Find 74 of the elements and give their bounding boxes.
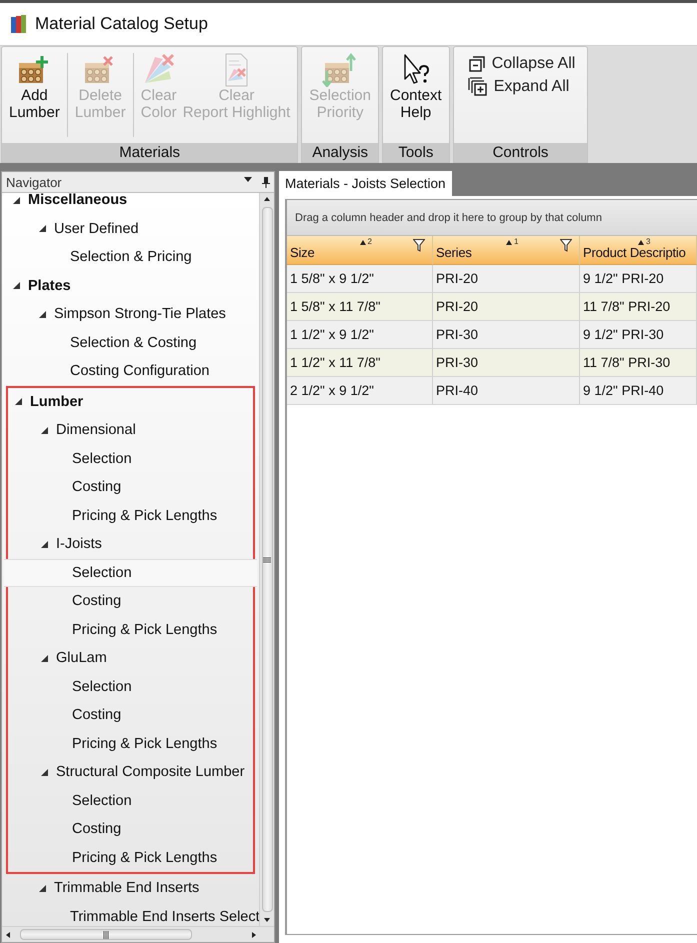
column-header[interactable]: Series 1: [433, 236, 580, 265]
tree-item[interactable]: Selection: [4, 444, 257, 473]
filter-icon[interactable]: [413, 239, 425, 252]
group-label: Controls: [454, 143, 588, 162]
expander-icon[interactable]: [14, 397, 23, 406]
column-title: Product Descriptio: [583, 245, 686, 260]
tree-item[interactable]: Pricing & Pick Lengths: [4, 502, 257, 530]
tree-item[interactable]: Simpson Strong-Tie Plates: [2, 300, 259, 328]
group-hint: Drag a column header and drop it here to group by that column: [295, 212, 602, 224]
table-cell: 9 1/2" PRI-40: [580, 377, 697, 405]
tree-item[interactable]: Costing: [4, 587, 257, 616]
expander-icon[interactable]: [40, 768, 49, 777]
sort-order: 2: [368, 237, 372, 246]
grip-icon: [103, 930, 109, 938]
expand-icon: [468, 77, 488, 97]
tree-item[interactable]: GluLam: [4, 644, 257, 672]
tree-item[interactable]: Costing: [4, 701, 257, 730]
lumber-sort-icon: [322, 53, 358, 87]
sort-ascending-icon: [506, 240, 512, 245]
group-label: Analysis: [302, 143, 378, 162]
group-label: Tools: [383, 143, 449, 162]
expand-all-button[interactable]: Expand All: [468, 77, 576, 97]
tree-item[interactable]: Miscellaneous: [2, 193, 259, 214]
document-tab[interactable]: Materials - Joists Selection: [279, 171, 452, 196]
ribbon-button[interactable]: Context Help: [387, 51, 445, 143]
group-label: Materials: [2, 143, 298, 162]
books-icon: [10, 14, 28, 34]
collapse-all-button[interactable]: Collapse All: [468, 55, 576, 73]
column-title: Series: [436, 245, 472, 260]
collapse-icon: [468, 55, 486, 73]
column-header[interactable]: Size 2: [287, 236, 433, 265]
sort-ascending-icon: [638, 240, 644, 245]
table-cell: 2 1/2" x 9 1/2": [287, 377, 433, 405]
panel-title: Navigator: [6, 174, 62, 190]
expander-icon[interactable]: [38, 884, 47, 893]
grip-icon: [263, 556, 271, 562]
tree-item[interactable]: Selection: [4, 786, 257, 815]
tree-item[interactable]: Structural Composite Lumber: [4, 758, 257, 786]
expander-icon[interactable]: [38, 224, 47, 234]
tree-item[interactable]: Selection: [4, 672, 257, 701]
vertical-scrollbar[interactable]: [259, 193, 274, 926]
expander-icon[interactable]: [40, 540, 49, 549]
expander-icon[interactable]: [12, 196, 21, 205]
tree-item[interactable]: Plates: [2, 272, 259, 300]
expander-icon[interactable]: [40, 654, 49, 663]
tree-item[interactable]: Selection: [4, 558, 257, 587]
sort-order: 3: [646, 237, 650, 246]
expander-icon[interactable]: [38, 310, 47, 319]
tree-item[interactable]: Pricing & Pick Lengths: [4, 844, 257, 872]
horizontal-scrollbar[interactable]: [2, 926, 274, 942]
ribbon-button[interactable]: Add Lumber: [6, 51, 63, 143]
filter-icon[interactable]: [560, 239, 572, 252]
pin-icon[interactable]: [262, 176, 270, 188]
table-cell: PRI-40: [433, 377, 580, 405]
tree-item[interactable]: Selection & Costing: [2, 328, 259, 357]
tree-item[interactable]: Selection & Pricing: [2, 243, 259, 272]
tree-item[interactable]: Pricing & Pick Lengths: [4, 616, 257, 644]
tree-item[interactable]: Trimmable End Inserts: [2, 874, 259, 902]
expander-icon[interactable]: [40, 426, 49, 435]
sort-ascending-icon: [360, 240, 366, 245]
tree-item[interactable]: Pricing & Pick Lengths: [4, 730, 257, 758]
column-header[interactable]: Product Descriptio 3: [580, 236, 697, 265]
tree-item[interactable]: I-Joists: [4, 530, 257, 558]
tree-item[interactable]: Costing: [4, 815, 257, 844]
dropdown-icon[interactable]: [244, 176, 252, 182]
sort-order: 1: [514, 237, 518, 246]
column-title: Size: [290, 245, 314, 260]
tree-item[interactable]: Dimensional: [4, 416, 257, 444]
tree-item[interactable]: Costing: [4, 473, 257, 502]
tree-item[interactable]: Costing Configuration: [2, 357, 259, 386]
tree-item[interactable]: User Defined: [2, 214, 259, 243]
expander-icon[interactable]: [12, 281, 21, 290]
tree-item[interactable]: Lumber: [4, 388, 257, 416]
window-title: Material Catalog Setup: [35, 14, 208, 34]
